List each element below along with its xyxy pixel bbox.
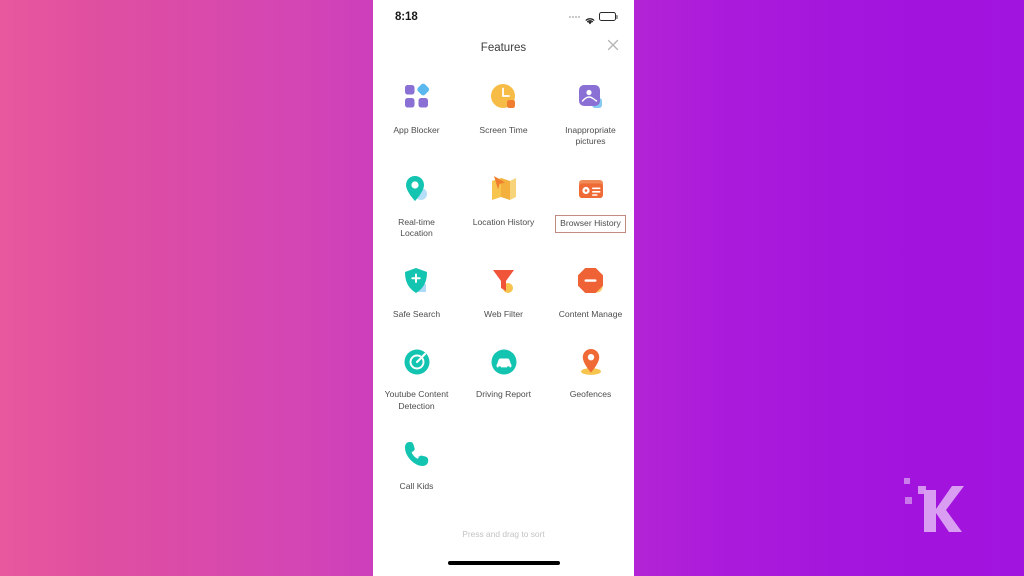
status-bar: 8:18 xyxy=(373,0,634,34)
status-time: 8:18 xyxy=(395,11,418,23)
battery-icon xyxy=(599,12,618,21)
feature-label: Web Filter xyxy=(484,308,523,319)
feature-tile-web-filter[interactable]: Web Filter xyxy=(460,264,547,322)
feature-label: Screen Time xyxy=(479,124,528,135)
call-kids-icon xyxy=(400,437,434,471)
screen-time-icon xyxy=(487,80,521,114)
feature-label: Youtube Content Detection xyxy=(384,389,449,411)
app-blocker-icon xyxy=(400,80,434,114)
k-logo-watermark xyxy=(902,472,972,534)
feature-tile-safe-search[interactable]: Safe Search xyxy=(373,264,460,322)
feature-label: Location History xyxy=(472,216,535,227)
feature-label: Inappropriate pictures xyxy=(565,124,616,147)
content-manage-icon xyxy=(574,264,608,298)
feature-tile-real-time-location[interactable]: Real-time Location xyxy=(373,172,460,241)
feature-label: Browser History xyxy=(555,215,626,233)
page-title: Features xyxy=(480,42,527,54)
inappropriate-pictures-icon xyxy=(574,80,608,114)
feature-label: Safe Search xyxy=(392,308,441,319)
home-indicator[interactable] xyxy=(447,561,560,565)
feature-label: Real-time Location xyxy=(398,216,435,239)
browser-history-icon xyxy=(574,172,608,206)
feature-label: Geofences xyxy=(569,389,612,399)
feature-tile-inappropriate-pictures[interactable]: Inappropriate pictures xyxy=(547,80,634,149)
location-history-icon xyxy=(487,172,521,206)
phone-screen: 8:18 Features App Blocker Screen Time In… xyxy=(373,0,634,576)
feature-grid: App Blocker Screen Time Inappropriate pi… xyxy=(373,80,634,494)
geofences-icon xyxy=(574,345,608,379)
feature-label: Driving Report xyxy=(476,389,531,399)
wifi-icon xyxy=(584,12,596,25)
youtube-content-detection-icon xyxy=(400,345,434,379)
feature-tile-driving-report[interactable]: Driving Report xyxy=(460,345,547,414)
safe-search-icon xyxy=(400,264,434,298)
driving-report-icon xyxy=(487,345,521,379)
feature-label: Content Manage xyxy=(558,308,623,319)
web-filter-icon xyxy=(487,264,521,298)
sort-hint-text: Press and drag to sort xyxy=(462,529,545,539)
feature-tile-call-kids[interactable]: Call Kids xyxy=(373,437,460,495)
feature-label: App Blocker xyxy=(393,124,440,135)
feature-tile-location-history[interactable]: Location History xyxy=(460,172,547,241)
signal-dots-icon xyxy=(569,15,580,18)
feature-tile-content-manage[interactable]: Content Manage xyxy=(547,264,634,322)
feature-tile-screen-time[interactable]: Screen Time xyxy=(460,80,547,149)
feature-tile-browser-history[interactable]: Browser History xyxy=(547,172,634,241)
feature-tile-app-blocker[interactable]: App Blocker xyxy=(373,80,460,149)
real-time-location-icon xyxy=(400,172,434,206)
header: Features xyxy=(373,34,634,62)
feature-label: Call Kids xyxy=(399,481,434,491)
close-icon[interactable] xyxy=(604,36,622,54)
status-indicators xyxy=(569,12,618,25)
feature-tile-youtube-content-detection[interactable]: Youtube Content Detection xyxy=(373,345,460,414)
feature-tile-geofences[interactable]: Geofences xyxy=(547,345,634,414)
